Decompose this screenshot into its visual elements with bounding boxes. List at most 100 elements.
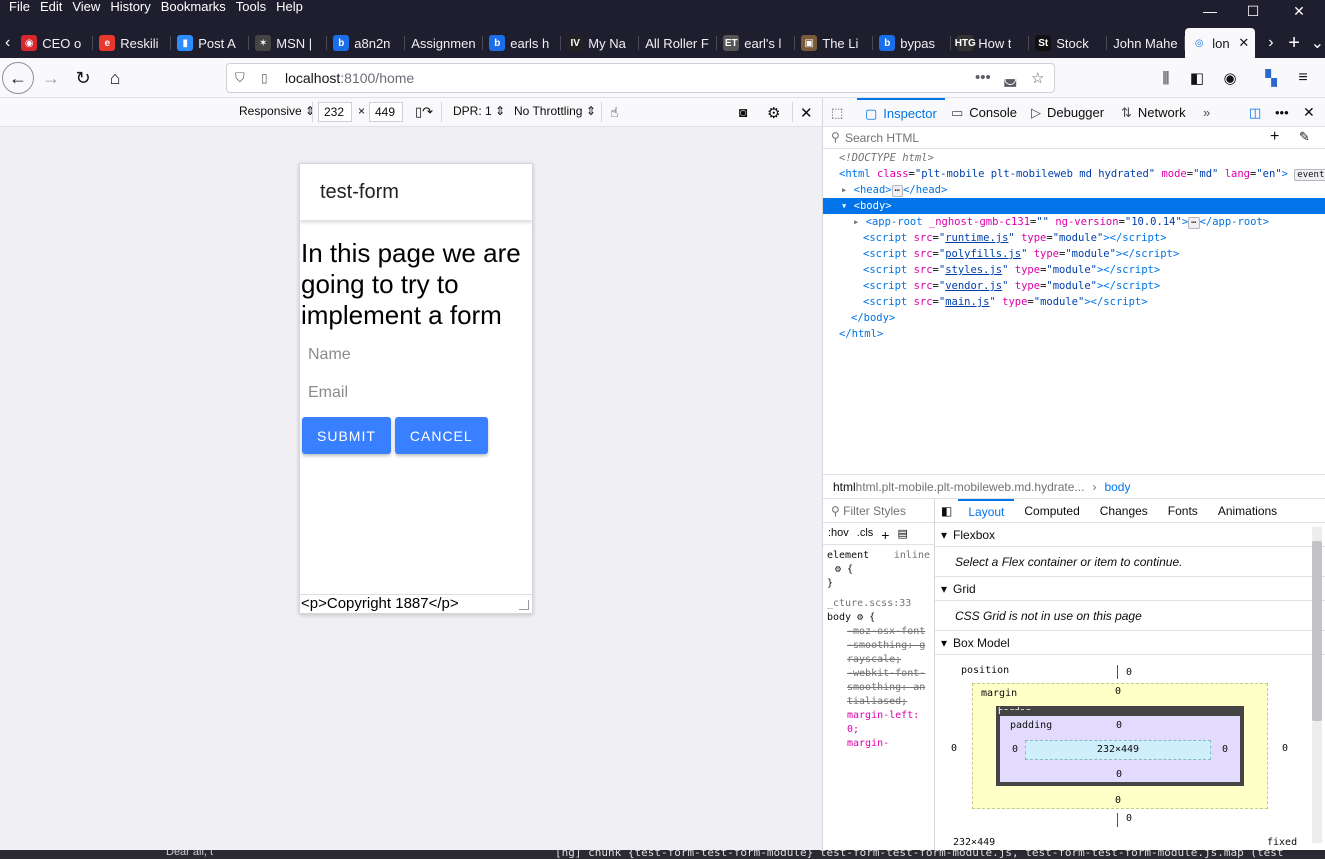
search-html-input[interactable]: Search HTML <box>845 131 919 145</box>
forward-icon[interactable]: → <box>35 62 67 94</box>
rule-source[interactable]: _cture.scss:33 <box>827 597 930 611</box>
close-window-icon[interactable]: ✕ <box>1276 0 1322 22</box>
doctype-node[interactable]: <!DOCTYPE html> <box>823 150 1325 166</box>
script-node[interactable]: <script src="polyfills.js" type="module"… <box>823 246 1325 262</box>
app-root-node[interactable]: ▸ <app-root _nghost-gmb-c131="" ng-versi… <box>823 214 1325 230</box>
menu-view[interactable]: View <box>67 0 105 14</box>
bm-padding-right[interactable]: 0 <box>1222 744 1228 755</box>
bm-padding-top[interactable]: 0 <box>1116 720 1122 731</box>
page-info-icon[interactable]: ▯ <box>261 71 275 85</box>
browser-tab[interactable]: ◎ lon ✕ <box>1185 28 1256 58</box>
bm-position-bottom[interactable]: 0 <box>1126 813 1132 824</box>
email-input[interactable] <box>300 381 520 405</box>
body-close-node[interactable]: </body> <box>823 310 1325 326</box>
cancel-button[interactable]: CANCEL <box>394 417 488 454</box>
tab-inspector[interactable]: ▢ Inspector <box>857 98 945 127</box>
browser-tab[interactable]: Assignmen <box>405 28 484 58</box>
bm-margin-top[interactable]: 0 <box>1115 686 1121 697</box>
boxmodel-section-header[interactable]: ▾ Box Model <box>935 631 1325 655</box>
close-tab-icon[interactable]: ✕ <box>1238 35 1249 51</box>
minimize-icon[interactable]: — <box>1187 0 1233 22</box>
rule-prop-webkit[interactable]: -webkit-font-smoothing: antialiased; <box>827 667 930 709</box>
markup-search[interactable]: ⚲ Search HTML + ✎ <box>823 127 1325 149</box>
url-text[interactable]: localhost:8100/home <box>285 70 414 86</box>
bm-position-left[interactable]: 0 <box>951 743 957 754</box>
script-node[interactable]: <script src="runtime.js" type="module"><… <box>823 230 1325 246</box>
tracking-shield-icon[interactable]: ⛉ <box>235 70 251 86</box>
rule-prop-moz[interactable]: -moz-osx-font-smoothing: grayscale; <box>827 625 930 667</box>
menu-file[interactable]: File <box>4 0 35 14</box>
hov-toggle[interactable]: :hov <box>828 527 849 544</box>
close-devtools-icon[interactable]: ✕ <box>1303 98 1315 127</box>
browser-tab[interactable]: HTG How t <box>951 28 1030 58</box>
browser-tab[interactable]: ◉ CEO o <box>15 28 94 58</box>
script-node[interactable]: <script src="main.js" type="module"></sc… <box>823 294 1325 310</box>
tab-fonts[interactable]: Fonts <box>1158 499 1208 523</box>
screenshot-icon[interactable]: ◙ <box>739 104 747 120</box>
add-rule-icon[interactable]: + <box>881 527 889 544</box>
rule-prop-margin-2[interactable]: margin- <box>827 737 930 751</box>
new-tab-icon[interactable]: + <box>1287 28 1302 58</box>
browser-tab[interactable]: b a8n2n <box>327 28 406 58</box>
grid-section-header[interactable]: ▾ Grid <box>935 577 1325 601</box>
close-rdm-icon[interactable]: ✕ <box>800 104 813 122</box>
list-all-tabs-icon[interactable]: ⌄ <box>1310 28 1325 58</box>
cls-toggle[interactable]: .cls <box>857 527 874 544</box>
touch-simulation-icon[interactable]: ☝ <box>610 104 619 121</box>
name-input[interactable] <box>300 343 520 367</box>
html-node[interactable]: <html class="plt-mobile plt-mobileweb md… <box>823 166 1325 182</box>
account-icon[interactable]: ◉ <box>1214 62 1246 94</box>
resize-handle-icon[interactable] <box>519 600 529 610</box>
tabs-scroll-right-icon[interactable]: › <box>1263 28 1278 58</box>
url-bar[interactable]: ⛉ ▯ localhost:8100/home ••• ◛ ☆ <box>226 63 1055 93</box>
viewport-height-input[interactable]: 449 <box>369 102 403 122</box>
tab-computed[interactable]: Computed <box>1014 499 1089 523</box>
browser-tab[interactable]: b bypas <box>873 28 952 58</box>
bm-padding-left[interactable]: 0 <box>1012 744 1018 755</box>
submit-button[interactable]: SUBMIT <box>302 417 391 454</box>
rule-prop-margin[interactable]: margin-left: 0; <box>827 709 930 737</box>
browser-tab[interactable]: ET earl's l <box>717 28 796 58</box>
dock-icon[interactable]: ◫ <box>1249 98 1261 127</box>
browser-tab[interactable]: ▣ The Li <box>795 28 874 58</box>
throttling-select[interactable]: No Throttling ⇕ <box>514 104 596 118</box>
devtools-menu-icon[interactable]: ••• <box>1275 98 1289 127</box>
bm-content-box[interactable]: 232×449 <box>1025 740 1211 760</box>
pocket-icon[interactable]: ◛ <box>1003 69 1018 87</box>
html-close-node[interactable]: </html> <box>823 326 1325 342</box>
home-icon[interactable]: ⌂ <box>99 62 131 94</box>
script-node[interactable]: <script src="vendor.js" type="module"></… <box>823 278 1325 294</box>
menu-history[interactable]: History <box>105 0 155 14</box>
breadcrumb-body[interactable]: body <box>1104 480 1130 494</box>
tabs-scroll-left-icon[interactable]: ‹ <box>0 28 15 58</box>
dpr-select[interactable]: DPR: 1 ⇕ <box>453 104 505 118</box>
bm-position-top[interactable]: 0 <box>1126 667 1132 678</box>
tab-network[interactable]: ⇅ Network <box>1121 98 1186 127</box>
menu-tools[interactable]: Tools <box>231 0 271 14</box>
bm-padding-bottom[interactable]: 0 <box>1116 769 1122 780</box>
event-badge[interactable]: event <box>1294 169 1325 181</box>
sidebar-icon[interactable]: ◧ <box>1181 62 1213 94</box>
browser-tab[interactable]: IV My Na <box>561 28 640 58</box>
browser-tab[interactable]: ▮ Post A <box>171 28 250 58</box>
menu-bookmarks[interactable]: Bookmarks <box>156 0 231 14</box>
browser-tab[interactable]: ✶ MSN | <box>249 28 328 58</box>
extensions-icon[interactable]: ▚ <box>1255 62 1287 94</box>
page-actions-icon[interactable]: ••• <box>975 69 991 86</box>
browser-tab[interactable]: b earls h <box>483 28 562 58</box>
layout-scrollbar[interactable] <box>1312 527 1322 843</box>
reload-icon[interactable]: ↻ <box>67 62 99 94</box>
add-node-icon[interactable]: + <box>1270 128 1279 146</box>
rotate-icon[interactable]: ▯↷ <box>415 104 433 120</box>
bm-position-right[interactable]: 0 <box>1282 743 1288 754</box>
menu-edit[interactable]: Edit <box>35 0 67 14</box>
body-node[interactable]: ▾ <body> <box>823 198 1325 214</box>
browser-tab[interactable]: e Reskili <box>93 28 172 58</box>
settings-gear-icon[interactable]: ⚙ <box>767 104 780 122</box>
tab-layout[interactable]: Layout <box>958 498 1015 523</box>
script-node[interactable]: <script src="styles.js" type="module"></… <box>823 262 1325 278</box>
browser-tab[interactable]: All Roller F <box>639 28 718 58</box>
eyedropper-icon[interactable]: ✎ <box>1299 129 1310 145</box>
head-node[interactable]: ▸ <head> ⋯ </head> <box>823 182 1325 198</box>
viewport-width-input[interactable]: 232 <box>318 102 352 122</box>
